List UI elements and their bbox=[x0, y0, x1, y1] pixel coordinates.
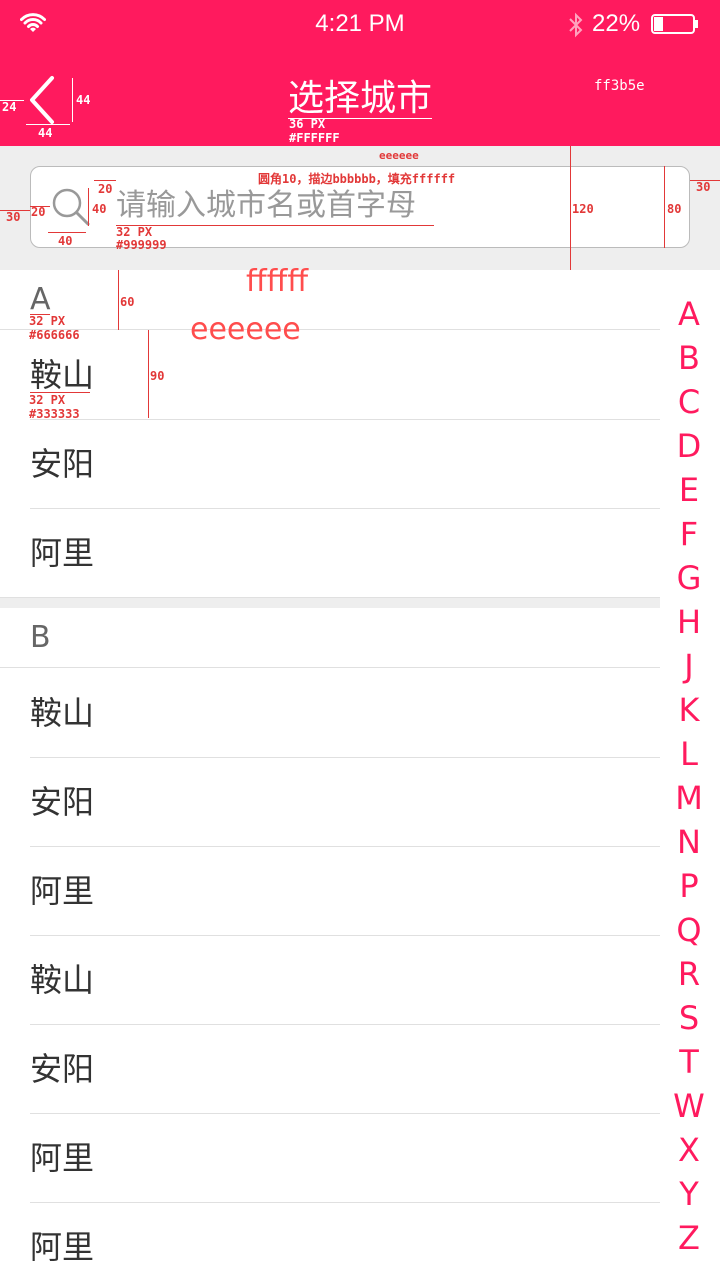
city-name: 阿里 bbox=[30, 872, 95, 910]
index-letter[interactable]: Z bbox=[664, 1216, 714, 1260]
city-name: 鞍山 bbox=[30, 694, 95, 732]
index-letter[interactable]: N bbox=[664, 820, 714, 864]
back-height-line bbox=[72, 78, 73, 122]
index-letter[interactable]: J bbox=[664, 644, 714, 688]
zone-height-line bbox=[570, 146, 571, 270]
search-icon bbox=[52, 188, 90, 226]
search-size-note: 32 PX bbox=[116, 225, 153, 239]
index-letter[interactable]: K bbox=[664, 688, 714, 732]
index-letter[interactable]: G bbox=[664, 556, 714, 600]
city-row[interactable]: 鞍山 bbox=[0, 331, 660, 420]
search-top-note: 20 bbox=[98, 182, 113, 196]
zone-height-note: 120 bbox=[572, 202, 594, 216]
index-letter[interactable]: S bbox=[664, 996, 714, 1040]
city-name: 阿里 bbox=[30, 534, 95, 572]
index-letter[interactable]: X bbox=[664, 1128, 714, 1172]
index-letter[interactable]: B bbox=[664, 336, 714, 380]
section-divider bbox=[0, 598, 660, 608]
header-color-note: ff3b5e bbox=[594, 78, 645, 94]
index-letter[interactable]: A bbox=[664, 292, 714, 336]
section-letter: B bbox=[30, 620, 51, 655]
battery-icon bbox=[651, 14, 698, 34]
back-width-note: 44 bbox=[38, 126, 53, 140]
index-letter[interactable]: D bbox=[664, 424, 714, 468]
alphabet-index[interactable]: ABCDEFGHJKLMNPQRSTWXYZ bbox=[664, 292, 714, 1260]
title-color-note: #FFFFFF bbox=[289, 131, 340, 145]
header-color-note: #666666 bbox=[29, 328, 80, 342]
search-right-note: 30 bbox=[696, 180, 711, 194]
city-name: 阿里 bbox=[30, 1139, 95, 1177]
battery-percent: 22% bbox=[592, 10, 641, 37]
icon-height-note: 40 bbox=[92, 202, 107, 216]
city-name: 安阳 bbox=[30, 1050, 95, 1088]
title-size-note: 36 PX bbox=[289, 117, 326, 131]
index-letter[interactable]: E bbox=[664, 468, 714, 512]
back-width-line bbox=[26, 124, 70, 125]
index-letter[interactable]: Q bbox=[664, 908, 714, 952]
index-letter[interactable]: C bbox=[664, 380, 714, 424]
icon-height-line bbox=[88, 188, 89, 226]
search-border-note: 圆角10，描边bbbbbb，填充ffffff bbox=[258, 172, 456, 186]
search-height-note: 80 bbox=[667, 202, 682, 216]
index-letter[interactable]: Y bbox=[664, 1172, 714, 1216]
search-bg-note: eeeeee bbox=[379, 149, 419, 162]
index-letter[interactable]: T bbox=[664, 1040, 714, 1084]
search-placeholder: 请输入城市名或首字母 bbox=[116, 188, 416, 223]
city-row[interactable]: 安阳 bbox=[0, 1025, 660, 1114]
section-header-a: A bbox=[0, 270, 660, 330]
city-row[interactable]: 阿里 bbox=[0, 1203, 660, 1280]
city-name: 鞍山 bbox=[30, 356, 95, 394]
header-height-note: 60 bbox=[120, 295, 135, 309]
city-size-note: 32 PX bbox=[29, 393, 66, 407]
index-letter[interactable]: L bbox=[664, 732, 714, 776]
city-name: 安阳 bbox=[30, 783, 95, 821]
back-left-note: 24 bbox=[2, 100, 17, 114]
list-bg-note: ffffff bbox=[246, 264, 309, 299]
row-height-note: 90 bbox=[150, 369, 165, 383]
city-name: 鞍山 bbox=[30, 961, 95, 999]
index-letter[interactable]: R bbox=[664, 952, 714, 996]
row-height-line bbox=[148, 330, 149, 418]
back-height-note: 44 bbox=[76, 93, 91, 107]
city-row[interactable]: 阿里 bbox=[0, 847, 660, 936]
city-row[interactable]: 安阳 bbox=[0, 758, 660, 847]
bluetooth-icon bbox=[569, 12, 583, 38]
city-name: 安阳 bbox=[30, 445, 95, 483]
city-row[interactable]: 安阳 bbox=[0, 420, 660, 509]
index-letter[interactable]: P bbox=[664, 864, 714, 908]
search-color-note: #999999 bbox=[116, 238, 167, 252]
city-name: 阿里 bbox=[30, 1228, 95, 1266]
search-top-line bbox=[94, 180, 116, 181]
search-underline bbox=[116, 225, 434, 226]
search-left-note: 30 bbox=[6, 210, 21, 224]
index-letter[interactable]: F bbox=[664, 512, 714, 556]
icon-width-note: 40 bbox=[58, 234, 73, 248]
index-letter[interactable]: W bbox=[664, 1084, 714, 1128]
index-letter[interactable]: H bbox=[664, 600, 714, 644]
search-height-line bbox=[664, 166, 665, 248]
icon-width-line bbox=[48, 232, 86, 233]
section-header-b: B bbox=[0, 608, 660, 668]
city-row[interactable]: 鞍山 bbox=[0, 669, 660, 758]
city-row[interactable]: 鞍山 bbox=[0, 936, 660, 1025]
header-height-line bbox=[118, 270, 119, 330]
status-bar: 4:21 PM 22% bbox=[0, 0, 720, 48]
divider-note: eeeeee bbox=[190, 312, 301, 347]
index-letter[interactable]: M bbox=[664, 776, 714, 820]
city-row[interactable]: 阿里 bbox=[0, 509, 660, 598]
city-color-note: #333333 bbox=[29, 407, 80, 421]
icon-left-note: 20 bbox=[31, 205, 46, 219]
city-row[interactable]: 阿里 bbox=[0, 1114, 660, 1203]
header-size-note: 32 PX bbox=[29, 314, 66, 328]
